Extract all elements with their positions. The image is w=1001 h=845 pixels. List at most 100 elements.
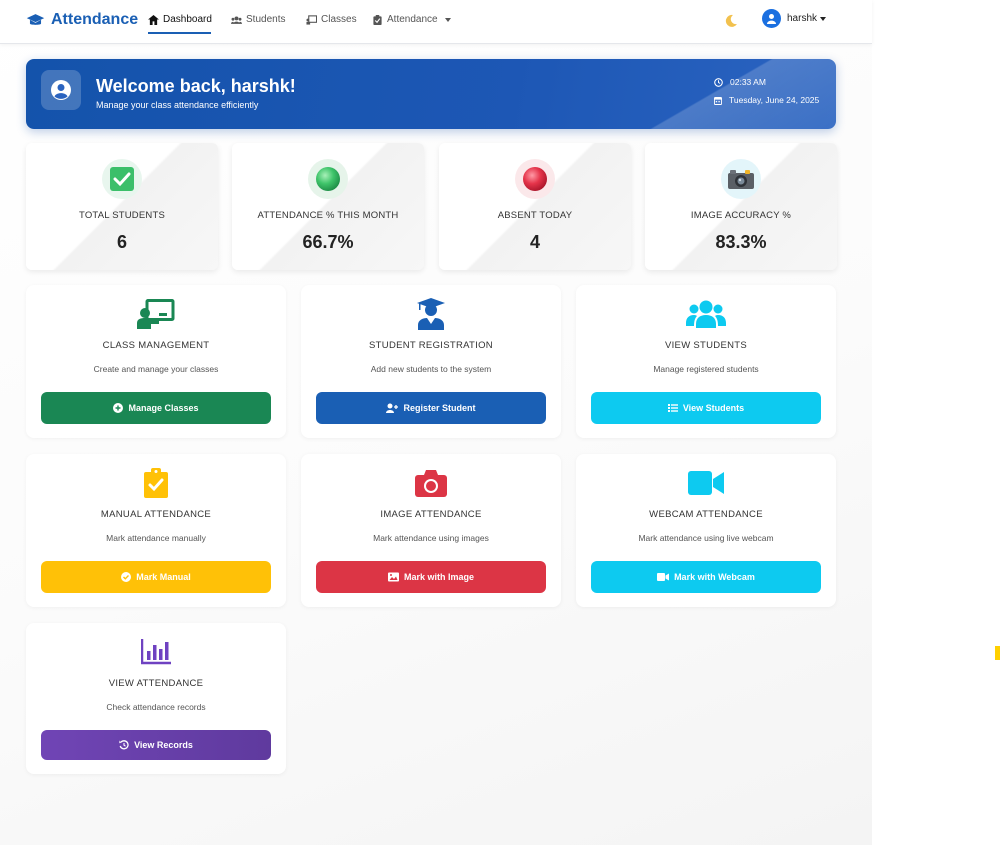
card-view-students: VIEW STUDENTS Manage registered students… [576,285,836,438]
welcome-subtitle: Manage your class attendance efficiently [96,100,259,110]
user-plus-icon [386,403,399,413]
card-description: Create and manage your classes [93,364,219,374]
stat-value: 83.3% [715,232,767,252]
stat-card-absent-today: ABSENT TODAY 4 [439,143,631,270]
card-manual-attendance: MANUAL ATTENDANCE Mark attendance manual… [26,454,286,607]
clock-icon [714,77,723,87]
card-title: IMAGE ATTENDANCE [380,509,482,520]
clipboard-icon [373,14,382,25]
card-icon-wrap [576,297,836,331]
card-icon-wrap [576,466,836,500]
mark-with-webcam-button[interactable]: Mark with Webcam [591,561,821,593]
brand-text: Attendance [51,11,139,28]
history-icon [119,740,129,750]
chart-bar-icon [141,639,171,665]
plus-circle-icon [113,403,124,413]
stat-value: 6 [116,232,127,252]
nav-attendance-dropdown[interactable]: Attendance [372,14,451,25]
check-circle-icon [121,572,132,582]
brand-link[interactable]: Attendance [26,11,138,29]
top-navbar: Attendance Dashboard Students Classes At… [0,0,872,44]
users-icon [231,15,242,24]
button-label: View Students [682,403,745,413]
stat-icon-wrap [308,159,348,199]
card-description: Manage registered students [653,364,759,374]
stat-icon-wrap [721,159,761,199]
view-students-button[interactable]: View Students [591,392,821,424]
chalkboard-teacher-icon [137,299,175,329]
username: harshk [787,13,818,24]
image-icon [387,572,399,582]
stat-label: ATTENDANCE % THIS MONTH [257,210,399,221]
current-date: Tuesday, June 24, 2025 [714,95,819,105]
user-menu[interactable]: harshk [762,9,827,28]
stat-label: IMAGE ACCURACY % [690,210,792,221]
card-icon-wrap [26,635,286,669]
card-description: Mark attendance manually [106,533,206,543]
card-icon-wrap [301,466,561,500]
users-icon [686,300,726,328]
right-blank-area [872,0,1001,845]
card-description: Mark attendance using images [373,533,489,543]
card-student-registration: STUDENT REGISTRATION Add new students to… [301,285,561,438]
camera-icon [728,170,754,189]
nav-students-label: Students [246,14,286,25]
welcome-avatar [41,70,81,110]
card-icon-wrap [301,297,561,331]
chevron-down-icon [820,16,827,21]
moon-icon[interactable] [724,14,738,28]
date-text: Tuesday, June 24, 2025 [729,95,820,105]
button-label: View Records [134,740,193,750]
clipboard-check-icon [144,468,168,498]
check-box-icon [110,167,134,191]
nav-classes-label: Classes [321,14,357,25]
avatar [762,9,781,28]
chalkboard-icon [306,14,317,25]
card-title: CLASS MANAGEMENT [102,340,210,351]
video-icon [657,573,670,581]
video-camera-icon [688,471,724,495]
button-label: Register Student [403,403,476,413]
card-title: STUDENT REGISTRATION [369,340,493,351]
list-icon [667,404,678,412]
card-webcam-attendance: WEBCAM ATTENDANCE Mark attendance using … [576,454,836,607]
card-title: MANUAL ATTENDANCE [100,509,212,520]
card-image-attendance: IMAGE ATTENDANCE Mark attendance using i… [301,454,561,607]
current-time: 02:33 AM [714,77,766,87]
calendar-icon [714,96,722,105]
card-view-attendance: VIEW ATTENDANCE Check attendance records… [26,623,286,774]
nav-dashboard[interactable]: Dashboard [148,14,212,25]
nav-classes[interactable]: Classes [306,14,357,25]
stat-card-attendance-percent: ATTENDANCE % THIS MONTH 66.7% [232,143,424,270]
edge-marker [995,646,1000,660]
stat-label: ABSENT TODAY [497,210,573,221]
welcome-banner: Welcome back, harshk! Manage your class … [26,59,836,129]
mark-with-image-button[interactable]: Mark with Image [316,561,546,593]
graduation-cap-icon [26,13,45,25]
stat-value: 66.7% [302,232,354,252]
register-student-button[interactable]: Register Student [316,392,546,424]
card-class-management: CLASS MANAGEMENT Create and manage your … [26,285,286,438]
active-nav-indicator [148,32,211,34]
nav-students[interactable]: Students [231,14,285,25]
welcome-title: Welcome back, harshk! [96,76,296,96]
user-graduate-icon [417,298,445,330]
card-description: Check attendance records [106,702,206,712]
chevron-down-icon [444,17,451,22]
stat-label: TOTAL STUDENTS [78,210,166,221]
banner-shine [646,59,836,129]
nav-attendance-label: Attendance [387,14,438,25]
card-description: Add new students to the system [370,364,492,374]
camera-icon [415,469,447,497]
button-label: Manage Classes [128,403,199,413]
card-description: Mark attendance using live webcam [638,533,774,543]
button-label: Mark with Webcam [674,572,755,582]
button-label: Mark Manual [136,572,191,582]
mark-manual-button[interactable]: Mark Manual [41,561,271,593]
card-title: WEBCAM ATTENDANCE [649,509,763,520]
stat-card-image-accuracy: IMAGE ACCURACY % 83.3% [645,143,837,270]
home-icon [148,14,159,25]
view-records-button[interactable]: View Records [41,730,271,760]
red-circle-icon [523,167,547,191]
manage-classes-button[interactable]: Manage Classes [41,392,271,424]
